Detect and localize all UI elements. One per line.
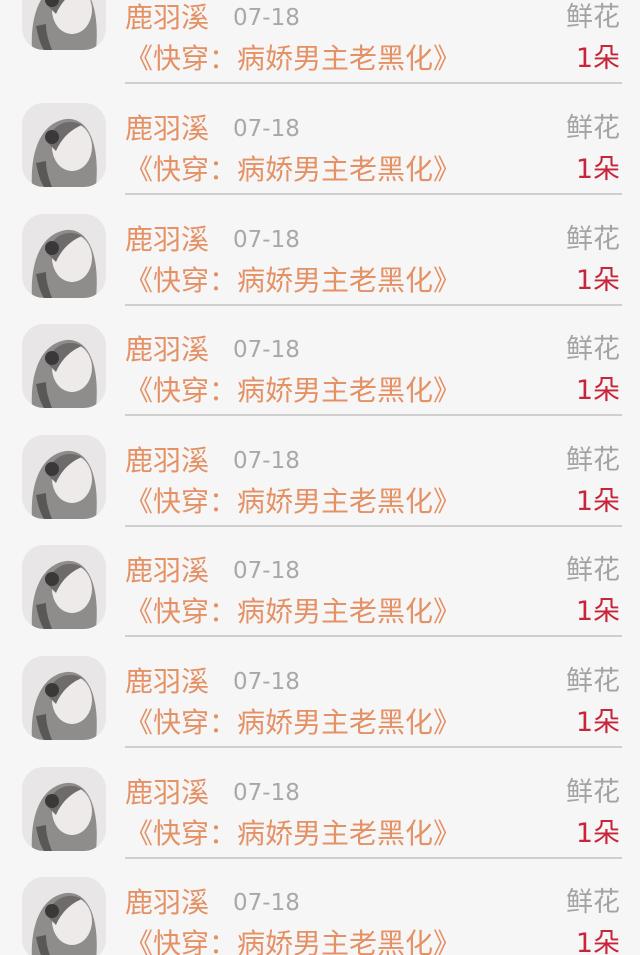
book-title-link[interactable]: 《快穿：病娇男主老黑化》 (125, 815, 461, 853)
user-avatar-icon[interactable] (22, 767, 106, 851)
list-item[interactable]: 鹿羽溪 07-18 鲜花 《快穿：病娇男主老黑化》 1朵 (0, 409, 640, 527)
gift-type: 鲜花 (566, 334, 620, 365)
book-title-link[interactable]: 《快穿：病娇男主老黑化》 (125, 704, 461, 742)
gift-date: 07-18 (233, 558, 300, 584)
gift-count: 1朵 (575, 154, 620, 185)
gift-date: 07-18 (233, 448, 300, 474)
user-avatar-icon[interactable] (22, 324, 106, 408)
gift-date: 07-18 (233, 116, 300, 142)
gift-type: 鲜花 (566, 113, 620, 144)
book-title-link[interactable]: 《快穿：病娇男主老黑化》 (125, 151, 461, 189)
user-avatar-icon[interactable] (22, 435, 106, 519)
gift-record-list: 鹿羽溪 07-18 鲜花 《快穿：病娇男主老黑化》 1朵 鹿羽溪 07-18 鲜… (0, 0, 640, 955)
user-name[interactable]: 鹿羽溪 (125, 222, 209, 258)
gift-count: 1朵 (575, 596, 620, 627)
user-name[interactable]: 鹿羽溪 (125, 553, 209, 589)
gift-count: 1朵 (575, 707, 620, 738)
user-name[interactable]: 鹿羽溪 (125, 111, 209, 147)
gift-type: 鲜花 (566, 666, 620, 697)
user-name[interactable]: 鹿羽溪 (125, 332, 209, 368)
user-avatar-icon[interactable] (22, 103, 106, 187)
book-title-link[interactable]: 《快穿：病娇男主老黑化》 (125, 372, 461, 410)
gift-date: 07-18 (233, 227, 300, 253)
user-avatar-icon[interactable] (22, 0, 106, 50)
user-name[interactable]: 鹿羽溪 (125, 775, 209, 811)
book-title-link[interactable]: 《快穿：病娇男主老黑化》 (125, 40, 461, 78)
list-item[interactable]: 鹿羽溪 07-18 鲜花 《快穿：病娇男主老黑化》 1朵 (0, 77, 640, 195)
gift-count: 1朵 (575, 818, 620, 849)
book-title-link[interactable]: 《快穿：病娇男主老黑化》 (125, 593, 461, 631)
gift-type: 鲜花 (566, 2, 620, 33)
user-name[interactable]: 鹿羽溪 (125, 664, 209, 700)
gift-type: 鲜花 (566, 887, 620, 918)
list-item[interactable]: 鹿羽溪 07-18 鲜花 《快穿：病娇男主老黑化》 1朵 (0, 630, 640, 748)
gift-date: 07-18 (233, 669, 300, 695)
gift-type: 鲜花 (566, 445, 620, 476)
gift-date: 07-18 (233, 780, 300, 806)
user-avatar-icon[interactable] (22, 656, 106, 740)
list-item[interactable]: 鹿羽溪 07-18 鲜花 《快穿：病娇男主老黑化》 1朵 (0, 851, 640, 955)
gift-count: 1朵 (575, 375, 620, 406)
gift-count: 1朵 (575, 43, 620, 74)
gift-date: 07-18 (233, 890, 300, 916)
user-avatar-icon[interactable] (22, 877, 106, 955)
list-item[interactable]: 鹿羽溪 07-18 鲜花 《快穿：病娇男主老黑化》 1朵 (0, 298, 640, 416)
gift-type: 鲜花 (566, 555, 620, 586)
book-title-link[interactable]: 《快穿：病娇男主老黑化》 (125, 925, 461, 955)
user-name[interactable]: 鹿羽溪 (125, 885, 209, 921)
gift-date: 07-18 (233, 337, 300, 363)
gift-date: 07-18 (233, 5, 300, 31)
gift-count: 1朵 (575, 928, 620, 955)
gift-type: 鲜花 (566, 224, 620, 255)
user-avatar-icon[interactable] (22, 214, 106, 298)
gift-count: 1朵 (575, 486, 620, 517)
list-item[interactable]: 鹿羽溪 07-18 鲜花 《快穿：病娇男主老黑化》 1朵 (0, 519, 640, 637)
list-item[interactable]: 鹿羽溪 07-18 鲜花 《快穿：病娇男主老黑化》 1朵 (0, 0, 640, 84)
book-title-link[interactable]: 《快穿：病娇男主老黑化》 (125, 483, 461, 521)
gift-type: 鲜花 (566, 777, 620, 808)
list-item[interactable]: 鹿羽溪 07-18 鲜花 《快穿：病娇男主老黑化》 1朵 (0, 741, 640, 859)
list-item[interactable]: 鹿羽溪 07-18 鲜花 《快穿：病娇男主老黑化》 1朵 (0, 188, 640, 306)
book-title-link[interactable]: 《快穿：病娇男主老黑化》 (125, 262, 461, 300)
user-name[interactable]: 鹿羽溪 (125, 443, 209, 479)
gift-count: 1朵 (575, 265, 620, 296)
user-avatar-icon[interactable] (22, 545, 106, 629)
user-name[interactable]: 鹿羽溪 (125, 0, 209, 36)
